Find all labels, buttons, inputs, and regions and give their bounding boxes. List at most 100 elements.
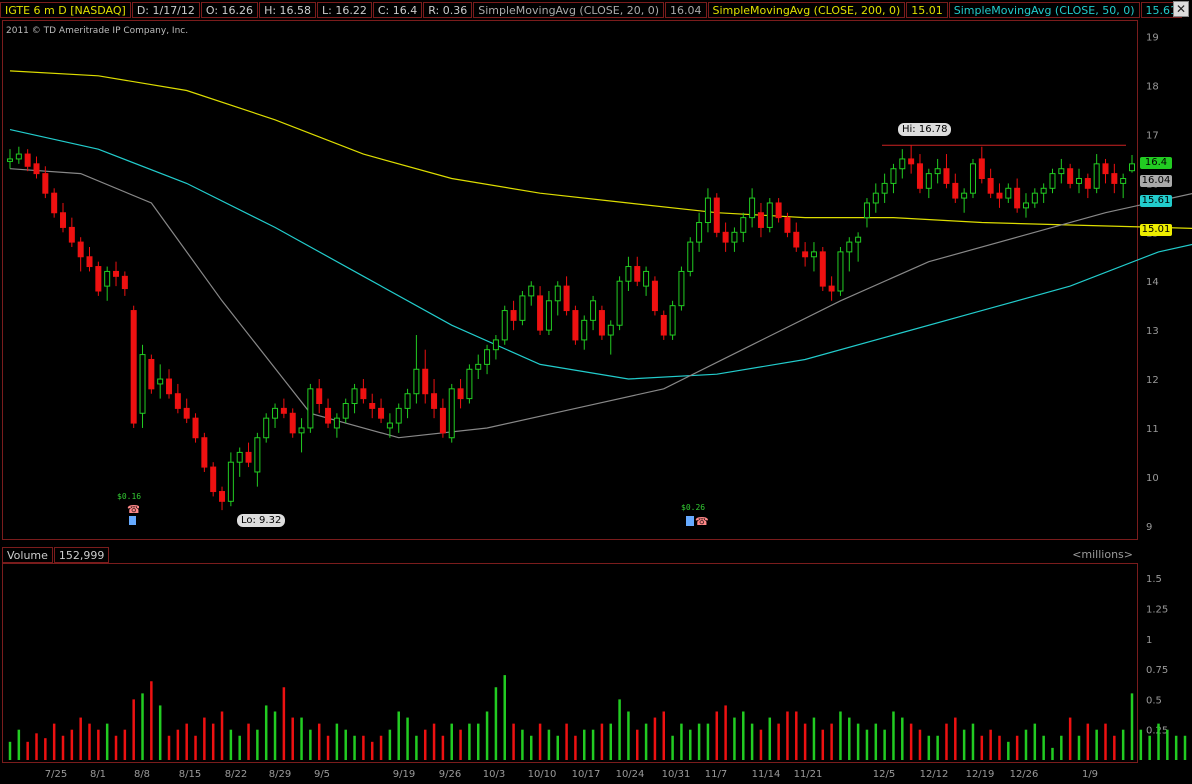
x-tick-label: 11/21 [794, 769, 823, 780]
candle-body [1022, 202, 1029, 209]
candle-body [590, 300, 597, 321]
sma50-line [9, 129, 1192, 380]
candle-body [572, 310, 579, 341]
svg-text:☎: ☎ [695, 515, 709, 528]
candle-body [86, 256, 93, 268]
candle-body [245, 451, 252, 463]
candle-body [15, 153, 22, 160]
y-tick-label: 10 [1146, 473, 1159, 484]
y-tick-label: 9 [1146, 522, 1152, 533]
candle-body [219, 491, 226, 502]
candle-body [316, 388, 323, 404]
dividend-icon[interactable]: ☎ [127, 503, 141, 525]
candle-body [810, 251, 817, 258]
x-tick-label: 12/26 [1010, 769, 1039, 780]
y-tick-label: 13 [1146, 326, 1159, 337]
candle-body [528, 285, 535, 297]
x-tick-label: 8/8 [134, 769, 150, 780]
candle-body [890, 168, 897, 184]
volume-tick-label: 0.5 [1146, 695, 1162, 706]
candle-body [7, 158, 13, 162]
volume-tick-label: 1.5 [1146, 574, 1162, 585]
dividend-icon[interactable]: ☎ [686, 514, 710, 528]
candle-body [899, 158, 906, 170]
chart-canvas: 9101112131415161718190.250.50.7511.251.5… [7, 33, 1192, 780]
candle-body [678, 270, 685, 307]
candle-body [625, 266, 632, 282]
candle-body [925, 173, 932, 189]
candle-body [846, 241, 853, 253]
candle-body [369, 402, 376, 409]
x-tick-label: 12/19 [966, 769, 995, 780]
y-tick-label: 14 [1146, 277, 1159, 288]
x-tick-label: 7/25 [45, 769, 67, 780]
x-tick-label: 12/5 [873, 769, 895, 780]
candle-body [581, 319, 588, 341]
candle-body [104, 270, 111, 287]
candle-body [545, 300, 552, 331]
candle-body [378, 407, 385, 419]
candle-body [643, 270, 650, 287]
candle-body [722, 231, 729, 243]
candle-body [77, 241, 84, 258]
x-tick-label: 11/7 [705, 769, 727, 780]
volume-tick-label: 0.75 [1146, 665, 1168, 676]
candle-body [872, 192, 879, 204]
candle-body [908, 158, 915, 165]
candle-body [828, 285, 835, 292]
candle-body [1111, 173, 1118, 184]
candle-body [263, 417, 270, 439]
candle-body [766, 202, 773, 228]
y-tick-label: 19 [1146, 33, 1159, 44]
candle-body [201, 437, 208, 468]
candle-body [1084, 178, 1091, 189]
last-price-tag: 16.4 [1140, 157, 1172, 169]
candle-body [961, 192, 968, 199]
candle-body [740, 217, 747, 233]
svg-text:☎: ☎ [127, 503, 139, 516]
candle-body [183, 407, 190, 419]
y-tick-label: 18 [1146, 82, 1159, 93]
candle-body [439, 407, 446, 434]
candle-body [1014, 187, 1021, 209]
candle-body [1120, 178, 1127, 184]
candle-body [492, 339, 499, 351]
candle-body [422, 368, 429, 395]
sma20-line [9, 168, 1192, 439]
candle-body [651, 280, 658, 312]
x-tick-label: 8/29 [269, 769, 291, 780]
candle-body [607, 324, 614, 336]
candle-body [1058, 168, 1065, 175]
x-tick-label: 10/3 [483, 769, 505, 780]
candle-body [386, 422, 393, 429]
candle-body [501, 310, 508, 341]
candle-body [802, 251, 809, 258]
x-tick-label: 10/10 [528, 769, 557, 780]
candle-body [95, 266, 102, 292]
candle-body [1005, 187, 1012, 199]
candle-body [837, 251, 844, 292]
candle-body [68, 226, 75, 243]
candle-body [51, 192, 58, 214]
candle-body [210, 466, 217, 493]
candle-body [395, 407, 402, 424]
candle-body [307, 388, 314, 429]
candle-body [24, 153, 31, 167]
candle-body [457, 388, 464, 400]
x-tick-label: 9/19 [393, 769, 415, 780]
candle-body [325, 407, 332, 424]
candle-body [42, 173, 49, 194]
x-tick-label: 8/15 [179, 769, 201, 780]
candle-body [298, 427, 305, 434]
candle-body [333, 417, 340, 429]
candle-body [660, 314, 667, 336]
candle-body [236, 451, 243, 463]
candle-body [943, 168, 950, 184]
candle-body [952, 182, 959, 199]
sma200-price-tag: 15.01 [1140, 224, 1172, 236]
candle-body [1102, 163, 1109, 175]
candle-body [1129, 163, 1135, 172]
candle-body [969, 163, 976, 194]
candle-body [819, 251, 826, 287]
x-tick-label: 10/31 [662, 769, 691, 780]
